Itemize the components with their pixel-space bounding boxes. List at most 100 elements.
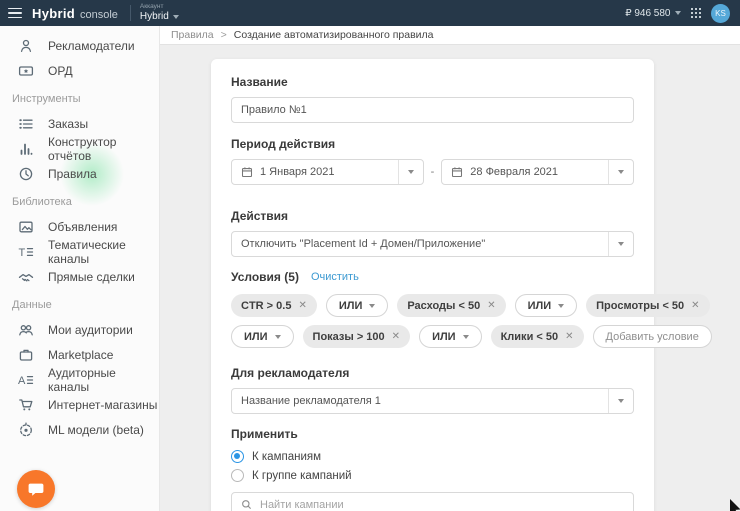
action-select-value: Отключить "Placement Id + Домен/Приложен… xyxy=(241,238,485,250)
condition-chip-label: Показы > 100 xyxy=(313,331,385,343)
breadcrumb-link-rules[interactable]: Правила xyxy=(171,29,214,41)
apply-option-campaigns[interactable]: К кампаниям xyxy=(231,450,634,463)
apply-option-campaign-group[interactable]: К группе кампаний xyxy=(231,469,634,482)
avatar[interactable]: KS xyxy=(711,4,730,23)
conditions-label: Условия (5) xyxy=(231,270,299,284)
t-list-icon: Т xyxy=(18,244,34,260)
balance-value: ₽ 946 580 xyxy=(625,8,670,19)
calendar-icon xyxy=(451,166,463,178)
condition-chip[interactable]: CTR > 0.5✕ xyxy=(231,294,317,317)
date-range-dash: - xyxy=(424,166,442,178)
condition-chip[interactable]: Клики < 50 ✕ xyxy=(491,325,584,348)
chevron-down-icon xyxy=(275,335,281,339)
chevron-down-icon xyxy=(558,304,564,308)
operator-chip[interactable]: ИЛИ xyxy=(231,325,294,348)
advertiser-select-value: Название рекламодателя 1 xyxy=(241,395,381,407)
balance-dropdown[interactable]: ₽ 946 580 xyxy=(625,8,680,19)
sidebar-item-label: Аудиторные каналы xyxy=(48,366,159,394)
date-from-picker[interactable]: 1 Января 2021 xyxy=(231,159,424,185)
account-switcher[interactable]: Аккаунт Hybrid xyxy=(140,4,179,23)
condition-chip[interactable]: Просмотры < 50 ✕ xyxy=(586,294,709,317)
chevron-down-icon xyxy=(618,399,624,403)
clear-conditions-link[interactable]: Очистить xyxy=(311,271,359,283)
date-to-value: 28 Февраля 2021 xyxy=(470,166,558,178)
radio-unchecked-icon[interactable] xyxy=(231,469,244,482)
sidebar-item-label: Рекламодатели xyxy=(48,39,135,53)
campaign-search[interactable] xyxy=(232,493,633,511)
sidebar-item-audiences[interactable]: Мои аудитории xyxy=(0,317,159,342)
name-label: Название xyxy=(231,75,634,89)
sidebar-item-online-stores[interactable]: Интернет-магазины xyxy=(0,392,159,417)
menu-icon[interactable] xyxy=(8,8,22,19)
chevron-down-icon xyxy=(618,170,624,174)
action-select[interactable]: Отключить "Placement Id + Домен/Приложен… xyxy=(231,231,634,257)
list-icon xyxy=(18,116,34,132)
app-window: Hybrid console Аккаунт Hybrid ₽ 946 580 … xyxy=(0,0,740,511)
add-condition-button[interactable]: Добавить условие xyxy=(593,325,712,348)
operator-chip-label: ИЛИ xyxy=(432,331,456,343)
chevron-down-icon xyxy=(369,304,375,308)
sidebar-item-label: Конструктор отчётов xyxy=(48,135,159,163)
sidebar-item-marketplace[interactable]: Marketplace xyxy=(0,342,159,367)
sidebar-item-ml-models[interactable]: ML модели (beta) xyxy=(0,417,159,442)
sidebar-item-audience-channels[interactable]: А Аудиторные каналы xyxy=(0,367,159,392)
mouse-cursor xyxy=(729,499,740,511)
svg-text:А: А xyxy=(18,375,26,387)
operator-chip-label: ИЛИ xyxy=(528,300,552,312)
condition-chip[interactable]: Показы > 100 ✕ xyxy=(303,325,411,348)
sidebar-item-label: Объявления xyxy=(48,220,117,234)
logo-brand: Hybrid xyxy=(32,6,75,21)
apps-grid-icon[interactable] xyxy=(691,8,702,19)
advertiser-select[interactable]: Название рекламодателя 1 xyxy=(231,388,634,414)
operator-chip[interactable]: ИЛИ xyxy=(326,294,389,317)
sidebar-item-label: Мои аудитории xyxy=(48,323,133,337)
condition-chip-label: Клики < 50 xyxy=(501,331,559,343)
remove-condition-icon[interactable]: ✕ xyxy=(691,300,699,311)
svg-text:Т: Т xyxy=(19,247,26,259)
sidebar-item-rules[interactable]: Правила xyxy=(0,161,159,186)
sidebar-item-direct-deals[interactable]: Прямые сделки xyxy=(0,264,159,289)
briefcase-icon xyxy=(18,347,34,363)
remove-condition-icon[interactable]: ✕ xyxy=(487,300,495,311)
date-from-value: 1 Января 2021 xyxy=(260,166,335,178)
date-to-picker[interactable]: 28 Февраля 2021 xyxy=(441,159,634,185)
chat-bubble-icon xyxy=(26,479,46,499)
sidebar-item-ord[interactable]: ОРД xyxy=(0,58,159,83)
condition-chip-label: Расходы < 50 xyxy=(407,300,480,312)
sidebar-item-label: ML модели (beta) xyxy=(48,423,144,437)
radio-label: К кампаниям xyxy=(252,451,321,463)
sidebar-item-ads[interactable]: Объявления xyxy=(0,214,159,239)
bar-chart-icon xyxy=(18,141,34,157)
ml-model-icon xyxy=(18,422,34,438)
sidebar-item-report-builder[interactable]: Конструктор отчётов xyxy=(0,136,159,161)
chat-button[interactable] xyxy=(17,470,55,508)
operator-chip-label: ИЛИ xyxy=(339,300,363,312)
breadcrumb: Правила > Создание автоматизированного п… xyxy=(160,26,740,45)
campaign-picker: Кампаний: 250 Папка 1 Папка 2 xyxy=(231,492,634,511)
sidebar-item-label: Правила xyxy=(48,167,97,181)
remove-condition-icon[interactable]: ✕ xyxy=(298,300,306,311)
chevron-down-icon xyxy=(618,242,624,246)
condition-chip[interactable]: Расходы < 50 ✕ xyxy=(397,294,505,317)
conditions-row-1: CTR > 0.5✕ ИЛИ Расходы < 50✕ ИЛИ Просмот… xyxy=(231,294,634,317)
app-logo[interactable]: Hybrid console xyxy=(32,6,118,21)
sidebar-item-label: Заказы xyxy=(48,117,88,131)
sidebar-item-orders[interactable]: Заказы xyxy=(0,111,159,136)
sidebar-item-thematic-channels[interactable]: Т Тематические каналы xyxy=(0,239,159,264)
rule-name-input[interactable] xyxy=(231,97,634,123)
remove-condition-icon[interactable]: ✕ xyxy=(565,331,573,342)
remove-condition-icon[interactable]: ✕ xyxy=(392,331,400,342)
topbar-divider xyxy=(130,5,131,21)
sidebar-item-advertisers[interactable]: Рекламодатели xyxy=(0,33,159,58)
ticket-star-icon xyxy=(18,63,34,79)
logo-suffix: console xyxy=(80,9,118,21)
condition-chip-label: Просмотры < 50 xyxy=(596,300,684,312)
actions-label: Действия xyxy=(231,209,634,223)
campaign-search-input[interactable] xyxy=(260,499,624,511)
chevron-down-icon xyxy=(463,335,469,339)
sidebar-section-library: Библиотека xyxy=(0,189,159,214)
radio-checked-icon[interactable] xyxy=(231,450,244,463)
operator-chip-label: ИЛИ xyxy=(244,331,268,343)
operator-chip[interactable]: ИЛИ xyxy=(419,325,482,348)
operator-chip[interactable]: ИЛИ xyxy=(515,294,578,317)
